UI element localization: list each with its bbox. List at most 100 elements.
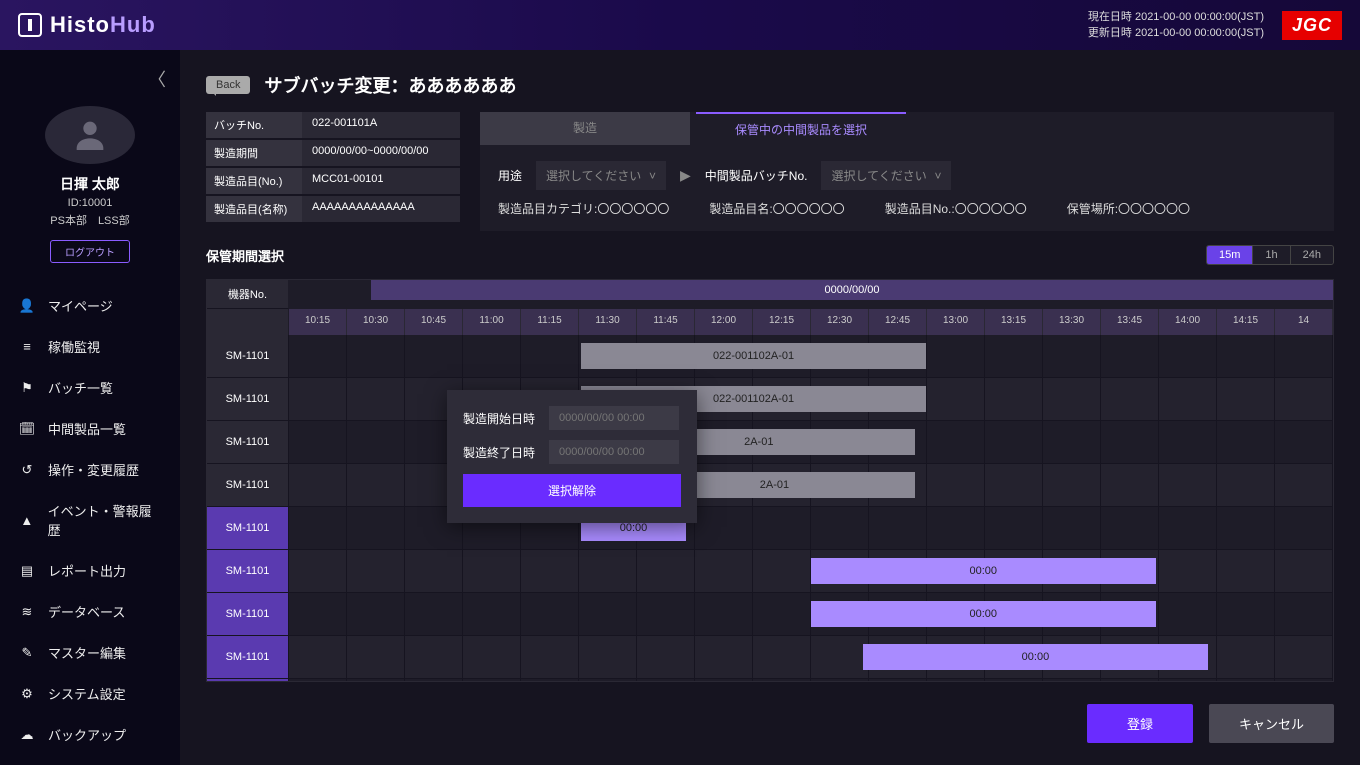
nav-item-2[interactable]: ⚑ バッチ一覧	[0, 367, 180, 408]
gantt-date-header: 0000/00/00	[371, 280, 1333, 300]
nav-item-3[interactable]: 🗓 中間製品一覧	[0, 408, 180, 449]
logout-button[interactable]: ログアウト	[50, 240, 130, 263]
nav-item-9[interactable]: ⚙ システム設定	[0, 673, 180, 714]
nav-item-1[interactable]: ≡ 稼働監視	[0, 326, 180, 367]
user-icon: 👤	[18, 297, 36, 315]
nav-item-5[interactable]: ▲ イベント・警報履歴	[0, 490, 180, 550]
logo-text-2: Hub	[110, 12, 156, 38]
popup-end-label: 製造終了日時	[463, 444, 535, 461]
use-select[interactable]: 選択してください˅	[536, 161, 666, 190]
app-logo: HistoHub	[18, 12, 156, 38]
cancel-button[interactable]: キャンセル	[1209, 704, 1334, 743]
popup-deselect-button[interactable]: 選択解除	[463, 474, 681, 507]
gantt-bar[interactable]: 022-001102A-01	[581, 343, 926, 369]
zoom-15m[interactable]: 15m	[1207, 246, 1252, 264]
header-dates: 現在日時 2021-00-00 00:00:00(JST) 更新日時 2021-…	[1088, 9, 1264, 42]
gantt-track[interactable]: 00:00	[289, 593, 1333, 635]
time-header: 12:45	[869, 309, 927, 335]
report-icon: ▤	[18, 562, 36, 580]
gantt-track[interactable]: 00:00	[289, 550, 1333, 592]
info-row: バッチNo. 022-001101A	[206, 112, 460, 138]
gantt-row: SM-1101 00:00	[207, 593, 1333, 636]
avatar	[45, 106, 135, 164]
register-button[interactable]: 登録	[1087, 704, 1193, 743]
gantt-track[interactable]: 022-001102A-01	[289, 335, 1333, 377]
gantt-row-label: SM-1101	[207, 679, 289, 681]
gantt-row: SM-1101 00:00	[207, 679, 1333, 681]
nav-item-7[interactable]: ≋ データベース	[0, 591, 180, 632]
nav-label: 中間製品一覧	[48, 419, 126, 438]
gantt-row-label: SM-1101	[207, 593, 289, 635]
time-header: 12:00	[695, 309, 753, 335]
nav-item-4[interactable]: ↺ 操作・変更履歴	[0, 449, 180, 490]
time-header: 14:00	[1159, 309, 1217, 335]
nav-label: イベント・警報履歴	[48, 501, 162, 539]
gantt-row: SM-1101 00:00	[207, 507, 1333, 550]
gantt-track[interactable]: 2A-01	[289, 421, 1333, 463]
batch-no-label: 中間製品バッチNo.	[705, 167, 808, 184]
batch-no-select[interactable]: 選択してください˅	[821, 161, 951, 190]
user-id: ID:10001	[68, 197, 113, 209]
popup-start-label: 製造開始日時	[463, 410, 535, 427]
gantt-track[interactable]: 00:00	[289, 679, 1333, 681]
logo-icon	[18, 13, 42, 37]
time-header: 10:45	[405, 309, 463, 335]
nav-label: システム設定	[48, 684, 126, 703]
time-header: 14:15	[1217, 309, 1275, 335]
zoom-toggle: 15m1h24h	[1206, 245, 1334, 265]
cloud-icon: ☁	[18, 726, 36, 744]
time-header: 10:15	[289, 309, 347, 335]
gantt-row: SM-1101 00:00	[207, 636, 1333, 679]
gantt-row: SM-1101 2A-01	[207, 464, 1333, 507]
gantt-track[interactable]: 2A-01	[289, 464, 1333, 506]
history-icon: ↺	[18, 461, 36, 479]
info-value: 022-001101A	[302, 112, 460, 138]
sidebar-collapse-icon[interactable]: 〈	[134, 60, 180, 98]
zoom-24h[interactable]: 24h	[1290, 246, 1333, 264]
device-column-header: 機器No.	[207, 280, 289, 309]
time-header: 13:45	[1101, 309, 1159, 335]
gantt-track[interactable]: 00:00	[289, 507, 1333, 549]
info-label: バッチNo.	[206, 112, 302, 138]
section-title: 保管期間選択	[206, 246, 284, 265]
info-row: 製造品目(No.) MCC01-00101	[206, 168, 460, 194]
time-header: 11:30	[579, 309, 637, 335]
nav-item-10[interactable]: ☁ バックアップ	[0, 714, 180, 755]
back-button[interactable]: Back	[206, 76, 250, 94]
time-header: 11:00	[463, 309, 521, 335]
nav-label: データベース	[48, 602, 125, 621]
time-header: 13:00	[927, 309, 985, 335]
box-icon: 🗓	[18, 420, 36, 438]
popup-start-input[interactable]	[549, 406, 679, 430]
meta-location: 保管場所:〇〇〇〇〇〇	[1067, 200, 1190, 217]
nav-label: レポート出力	[48, 561, 126, 580]
tab-manufacture[interactable]: 製造	[480, 112, 690, 145]
gantt-bar[interactable]: 00:00	[863, 644, 1208, 670]
gantt-track[interactable]: 00:00	[289, 636, 1333, 678]
chevron-down-icon: ˅	[934, 169, 941, 183]
nav-item-0[interactable]: 👤 マイページ	[0, 285, 180, 326]
nav-label: マイページ	[48, 296, 113, 315]
tab-storage-select[interactable]: 保管中の中間製品を選択	[696, 112, 906, 145]
edit-icon: ✎	[18, 644, 36, 662]
gantt-bar[interactable]: 00:00	[811, 558, 1156, 584]
logo-text-1: Histo	[50, 12, 110, 38]
info-value: AAAAAAAAAAAAAA	[302, 196, 460, 222]
zoom-1h[interactable]: 1h	[1252, 246, 1289, 264]
info-label: 製造期間	[206, 140, 302, 166]
nav-label: マスター編集	[48, 643, 126, 662]
gantt-row-label: SM-1101	[207, 550, 289, 592]
gantt-bar[interactable]: 00:00	[811, 601, 1156, 627]
time-header: 11:45	[637, 309, 695, 335]
time-header: 13:15	[985, 309, 1043, 335]
gantt-row: SM-1101 022-001102A-01	[207, 378, 1333, 421]
meta-name: 製造品目名:〇〇〇〇〇〇	[709, 200, 844, 217]
brand-badge: JGC	[1282, 11, 1342, 40]
nav-item-8[interactable]: ✎ マスター編集	[0, 632, 180, 673]
gantt-track[interactable]: 022-001102A-01	[289, 378, 1333, 420]
time-header: 10:30	[347, 309, 405, 335]
time-header: 13:30	[1043, 309, 1101, 335]
popup-end-input[interactable]	[549, 440, 679, 464]
user-dept: PS本部 LSS部	[50, 212, 129, 228]
nav-item-6[interactable]: ▤ レポート出力	[0, 550, 180, 591]
